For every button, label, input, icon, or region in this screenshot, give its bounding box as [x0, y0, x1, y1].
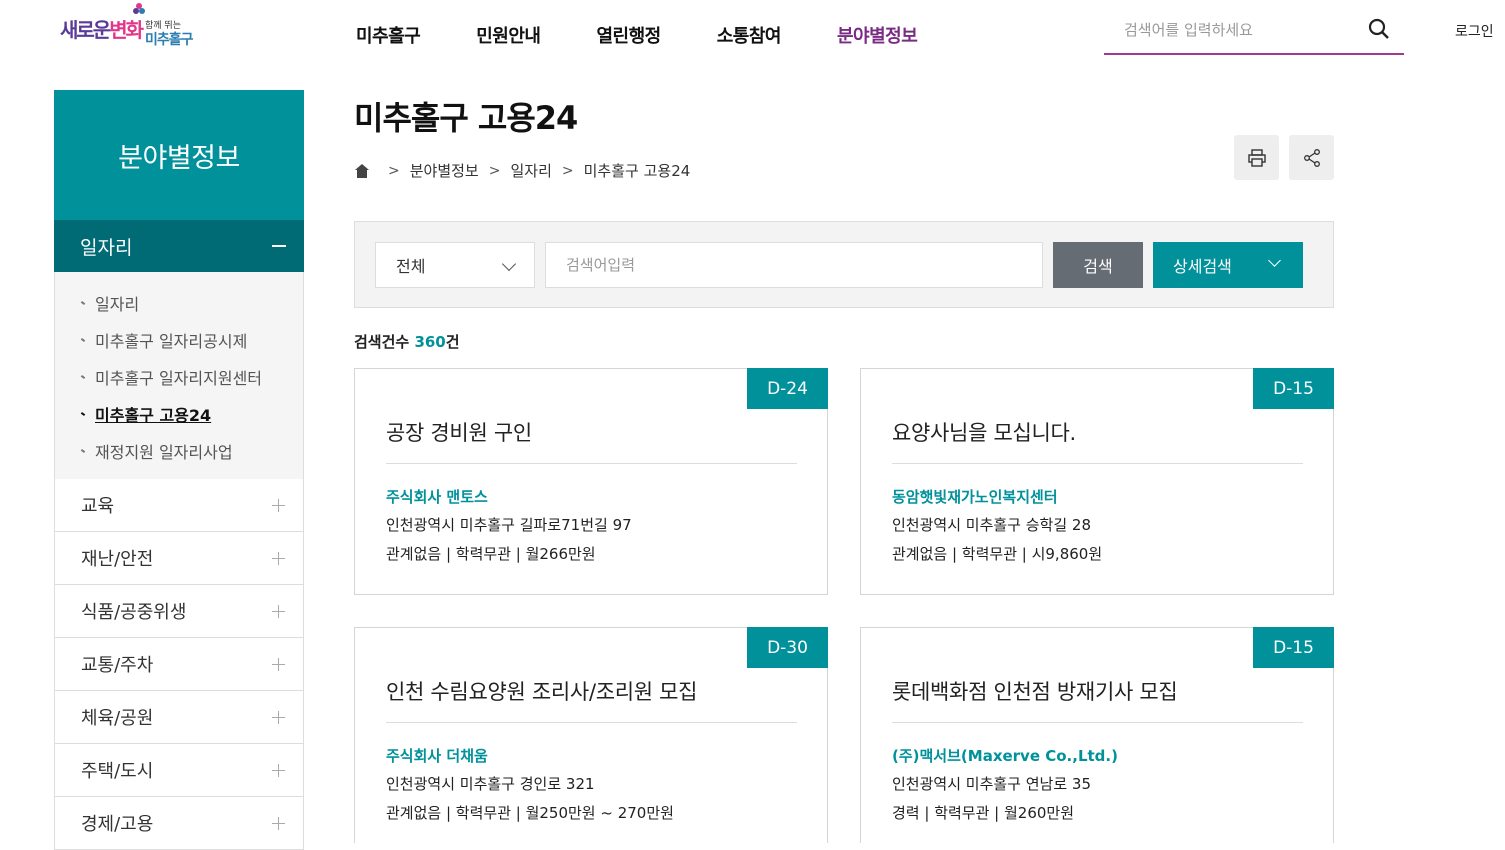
breadcrumb-item[interactable]: 일자리	[510, 160, 551, 181]
job-card[interactable]: D-24 공장 경비원 구인 주식회사 맨토스 인천광역시 미추홀구 길파로71…	[354, 368, 828, 595]
submenu-item[interactable]: 미추홀구 일자리지원센터	[55, 358, 303, 395]
bullet-icon	[80, 411, 86, 416]
nav-communication[interactable]: 소통참여	[717, 22, 782, 48]
logo-text: 새로운변화	[60, 18, 144, 42]
breadcrumb-item[interactable]: 분야별정보	[410, 160, 479, 181]
chevron-right-icon: >	[488, 162, 501, 179]
chevron-right-icon: >	[561, 162, 574, 179]
breadcrumb-item[interactable]: 미추홀구 고용24	[584, 160, 691, 181]
bullet-icon	[80, 374, 86, 379]
job-title[interactable]: 공장 경비원 구인	[386, 417, 532, 447]
nav-michuhol[interactable]: 미추홀구	[356, 22, 421, 48]
search-icon[interactable]	[1368, 18, 1390, 40]
plus-icon	[272, 499, 285, 512]
company-name: (주)맥서브(Maxerve Co.,Ltd.)	[892, 747, 1118, 765]
print-button[interactable]	[1234, 135, 1279, 180]
bullet-icon	[80, 300, 86, 305]
top-search	[1104, 8, 1404, 55]
sidebar-item-sports[interactable]: 체육/공원	[54, 691, 304, 744]
keyword-input[interactable]	[545, 242, 1043, 288]
divider	[892, 463, 1303, 464]
company-name: 주식회사 더채움	[386, 747, 488, 765]
minus-icon	[272, 245, 286, 247]
page-title: 미추홀구 고용24	[354, 99, 578, 137]
sidebar-item-jobs[interactable]: 일자리	[54, 220, 304, 272]
divider	[386, 722, 797, 723]
sidebar-item-label: 일자리	[80, 236, 133, 259]
top-search-input[interactable]	[1124, 18, 1344, 42]
sidebar-item-food[interactable]: 식품/공중위생	[54, 585, 304, 638]
search-button[interactable]: 검색	[1053, 242, 1143, 288]
plus-icon	[272, 658, 285, 671]
job-title[interactable]: 롯데백화점 인천점 방재기사 모집	[892, 676, 1178, 706]
plus-icon	[272, 817, 285, 830]
site-logo[interactable]: 새로운변화 함께 뛰는 미추홀구	[60, 2, 220, 52]
sidebar-item-education[interactable]: 교육	[54, 479, 304, 532]
sidebar-title: 분야별정보	[54, 90, 304, 220]
sidebar-item-economy[interactable]: 경제/고용	[54, 797, 304, 850]
detail-search-button[interactable]: 상세검색	[1153, 242, 1303, 288]
plus-icon	[272, 711, 285, 724]
job-conditions: 경력 | 학력무관 | 월260만원	[892, 804, 1075, 822]
job-conditions: 관계없음 | 학력무관 | 월250만원 ~ 270만원	[386, 804, 674, 822]
logo-district: 미추홀구	[145, 32, 194, 48]
chevron-down-icon	[1268, 254, 1281, 267]
chevron-right-icon: >	[388, 162, 400, 179]
job-address: 인천광역시 미추홀구 길파로71번길 97	[386, 516, 632, 534]
divider	[386, 463, 797, 464]
sidebar-item-traffic[interactable]: 교통/주차	[54, 638, 304, 691]
job-title[interactable]: 인천 수림요양원 조리사/조리원 모집	[386, 676, 698, 706]
sidebar-item-housing[interactable]: 주택/도시	[54, 744, 304, 797]
nav-field-info[interactable]: 분야별정보	[837, 22, 918, 48]
submenu-item[interactable]: 재정지원 일자리사업	[55, 432, 303, 469]
result-count: 검색건수 360건	[354, 333, 460, 351]
sidebar: 분야별정보 일자리 일자리 미추홀구 일자리공시제 미추홀구 일자리지원센터 미…	[54, 90, 304, 850]
job-title[interactable]: 요양사님을 모십니다.	[892, 417, 1076, 447]
job-address: 인천광역시 미추홀구 경인로 321	[386, 775, 595, 793]
submenu-item[interactable]: 일자리	[55, 284, 303, 321]
sidebar-item-safety[interactable]: 재난/안전	[54, 532, 304, 585]
job-search-box: 전체 검색 상세검색	[354, 221, 1334, 308]
printer-icon	[1247, 148, 1266, 167]
divider	[892, 722, 1303, 723]
category-select[interactable]: 전체	[375, 242, 535, 288]
site-header: 새로운변화 함께 뛰는 미추홀구 미추홀구 민원안내 열린행정 소통참여 분야별…	[0, 0, 1505, 70]
company-name: 주식회사 맨토스	[386, 488, 488, 506]
job-address: 인천광역시 미추홀구 연남로 35	[892, 775, 1091, 793]
company-name: 동암햇빛재가노인복지센터	[892, 488, 1058, 506]
plus-icon	[272, 764, 285, 777]
sidebar-submenu: 일자리 미추홀구 일자리공시제 미추홀구 일자리지원센터 미추홀구 고용24 재…	[54, 272, 304, 479]
job-address: 인천광역시 미추홀구 승학길 28	[892, 516, 1091, 534]
bullet-icon	[80, 337, 86, 342]
dday-badge: D-15	[1253, 368, 1334, 409]
nav-open-admin[interactable]: 열린행정	[597, 22, 662, 48]
job-conditions: 관계없음 | 학력무관 | 월266만원	[386, 545, 596, 563]
nav-civil[interactable]: 민원안내	[476, 22, 541, 48]
main-nav: 미추홀구 민원안내 열린행정 소통참여 분야별정보	[356, 22, 973, 48]
job-card[interactable]: D-15 롯데백화점 인천점 방재기사 모집 (주)맥서브(Maxerve Co…	[860, 627, 1334, 843]
chevron-down-icon	[501, 256, 517, 272]
share-button[interactable]	[1289, 135, 1334, 180]
dday-badge: D-24	[747, 368, 828, 409]
submenu-item[interactable]: 미추홀구 일자리공시제	[55, 321, 303, 358]
share-icon	[1303, 148, 1320, 167]
dday-badge: D-30	[747, 627, 828, 668]
job-conditions: 관계없음 | 학력무관 | 시9,860원	[892, 545, 1103, 563]
plus-icon	[272, 605, 285, 618]
dday-badge: D-15	[1253, 627, 1334, 668]
login-link[interactable]: 로그인	[1455, 21, 1494, 41]
submenu-item-current[interactable]: 미추홀구 고용24	[55, 395, 303, 432]
plus-icon	[272, 552, 285, 565]
bullet-icon	[80, 448, 86, 453]
breadcrumb: > 분야별정보 > 일자리 > 미추홀구 고용24	[354, 160, 690, 181]
home-icon[interactable]	[354, 163, 370, 179]
job-card[interactable]: D-15 요양사님을 모십니다. 동암햇빛재가노인복지센터 인천광역시 미추홀구…	[860, 368, 1334, 595]
job-card[interactable]: D-30 인천 수림요양원 조리사/조리원 모집 주식회사 더채움 인천광역시 …	[354, 627, 828, 843]
